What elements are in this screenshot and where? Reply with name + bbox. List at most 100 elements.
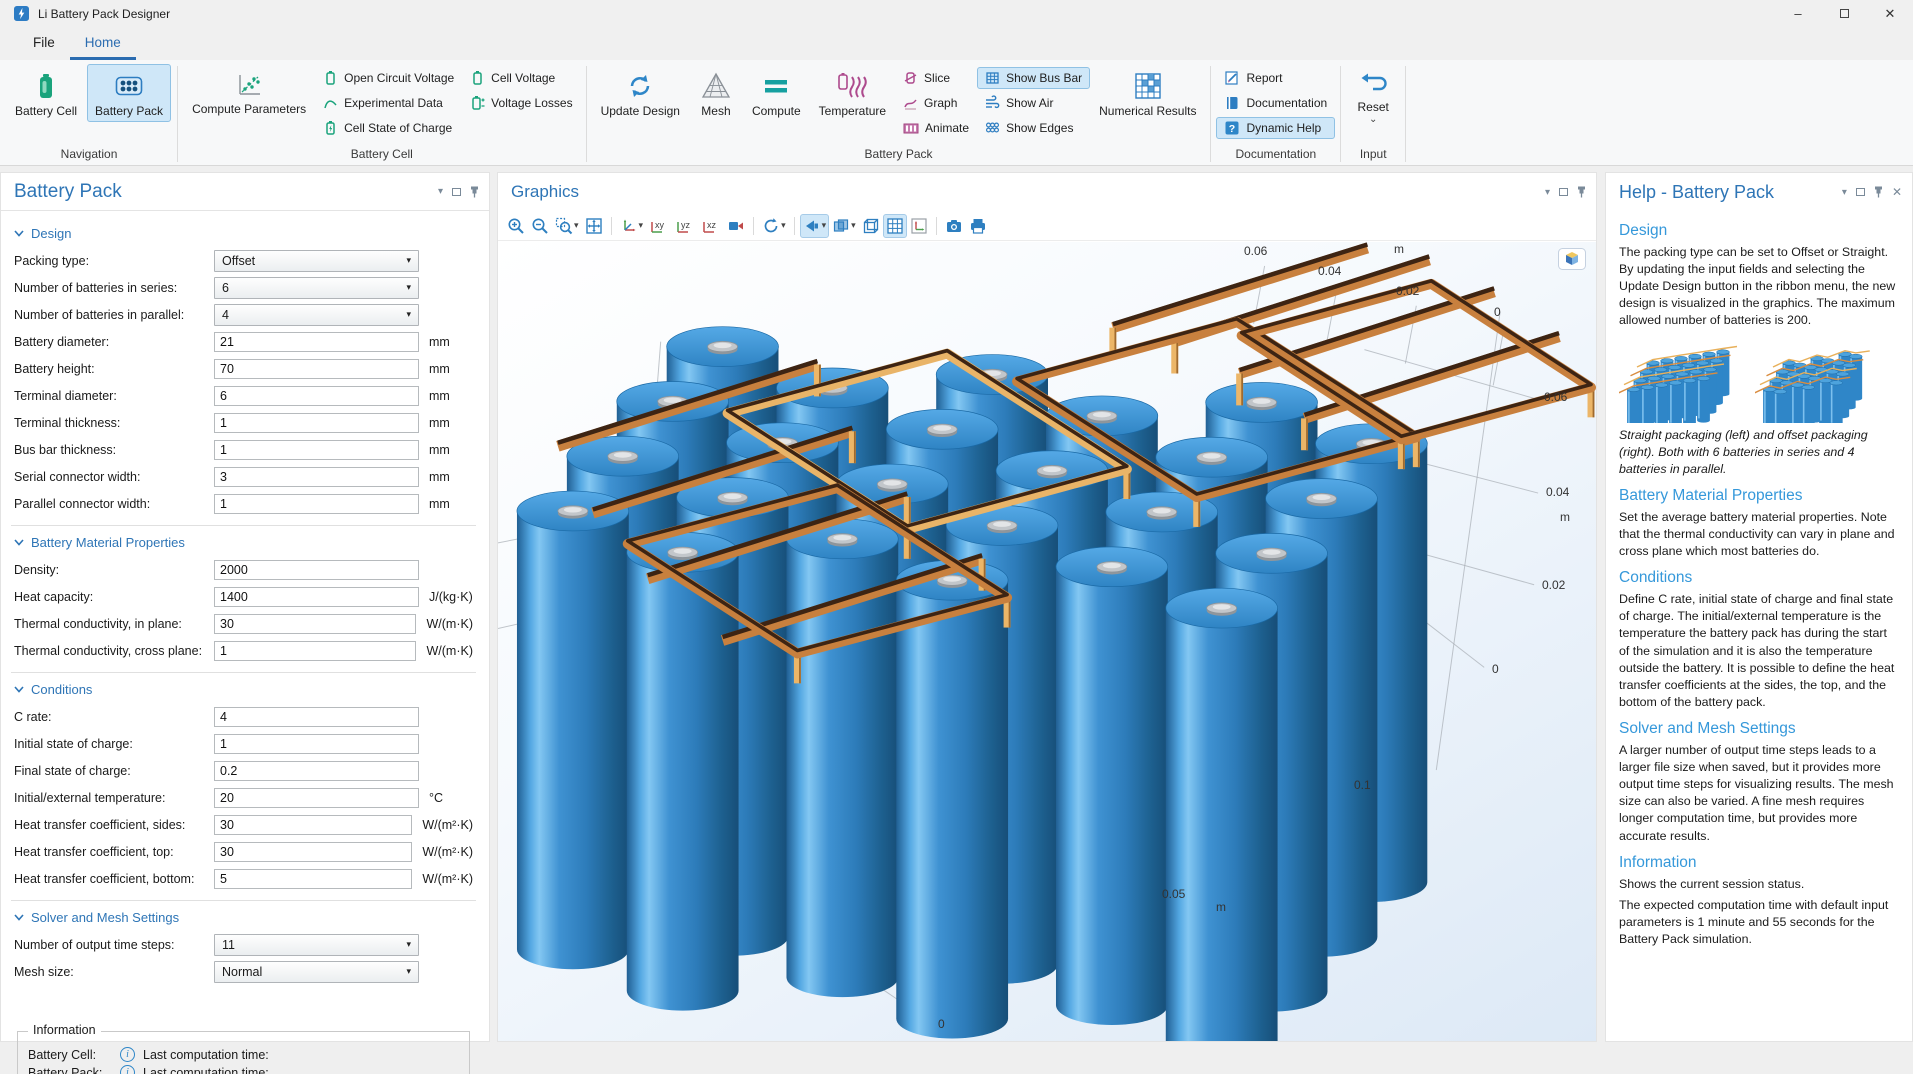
view-xz-button[interactable]: xz bbox=[698, 214, 724, 238]
maximize-button[interactable] bbox=[1821, 0, 1867, 27]
info-icon[interactable]: i bbox=[120, 1047, 135, 1062]
panel-float-icon[interactable] bbox=[1856, 188, 1865, 196]
panel-menu-caret-icon[interactable]: ▾ bbox=[438, 186, 443, 197]
info-icon[interactable]: i bbox=[120, 1065, 135, 1074]
temperature-icon bbox=[836, 71, 868, 101]
close-button[interactable]: ✕ bbox=[1867, 0, 1913, 27]
chevron-down-icon bbox=[14, 539, 24, 546]
transparency-button[interactable]: ▾ bbox=[829, 214, 859, 238]
documentation-button[interactable]: Documentation bbox=[1216, 92, 1335, 114]
battery-cell-button[interactable]: Battery Cell bbox=[7, 64, 85, 122]
battery-plus-minus-icon bbox=[470, 95, 485, 111]
packing-type-select[interactable]: Offset▾ bbox=[214, 250, 419, 272]
open-circuit-voltage-button[interactable]: Open Circuit Voltage bbox=[315, 67, 462, 89]
section-battery-material-properties[interactable]: Battery Material Properties bbox=[14, 535, 473, 550]
serial-connector-width-field[interactable] bbox=[214, 467, 419, 487]
equals-icon bbox=[761, 71, 791, 101]
tab-file[interactable]: File bbox=[18, 27, 70, 60]
bus-bar-thickness-field[interactable] bbox=[214, 440, 419, 460]
cell-voltage-button[interactable]: Cell Voltage bbox=[462, 67, 580, 89]
pin-icon[interactable] bbox=[470, 186, 479, 198]
show-edges-button[interactable]: Show Edges bbox=[977, 117, 1090, 139]
scatter-plot-icon bbox=[235, 71, 263, 99]
final-soc-field[interactable] bbox=[214, 761, 419, 781]
panel-menu-caret-icon[interactable]: ▾ bbox=[1842, 187, 1847, 198]
slice-button[interactable]: Slice bbox=[895, 67, 977, 89]
series-count-select[interactable]: 6▾ bbox=[214, 277, 419, 299]
help-text: The expected computation time with defau… bbox=[1619, 897, 1898, 948]
panel-float-icon[interactable] bbox=[452, 188, 461, 196]
initial-soc-field[interactable] bbox=[214, 734, 419, 754]
update-design-button[interactable]: Update Design bbox=[593, 64, 688, 122]
scene-light-button[interactable]: ▾ bbox=[800, 214, 830, 238]
help-panel: Help - Battery Pack ▾ ✕ Design The packi… bbox=[1605, 172, 1913, 1042]
minimize-button[interactable]: – bbox=[1775, 0, 1821, 27]
parallel-connector-width-field[interactable] bbox=[214, 494, 419, 514]
orientation-cube-icon[interactable] bbox=[1558, 248, 1586, 270]
panel-menu-caret-icon[interactable]: ▾ bbox=[1545, 187, 1550, 198]
section-design[interactable]: Design bbox=[14, 226, 473, 241]
panel-float-icon[interactable] bbox=[1559, 188, 1568, 196]
graph-icon bbox=[903, 95, 918, 111]
compute-button[interactable]: Compute bbox=[744, 64, 809, 122]
section-solver-mesh[interactable]: Solver and Mesh Settings bbox=[14, 910, 473, 925]
htc-sides-field[interactable] bbox=[214, 815, 412, 835]
terminal-thickness-field[interactable] bbox=[214, 413, 419, 433]
frame-box-button[interactable] bbox=[859, 214, 883, 238]
voltage-losses-button[interactable]: Voltage Losses bbox=[462, 92, 580, 114]
heat-capacity-field[interactable] bbox=[214, 587, 419, 607]
report-button[interactable]: Report bbox=[1216, 67, 1335, 89]
image-snapshot-button[interactable] bbox=[942, 214, 966, 238]
parallel-count-select[interactable]: 4▾ bbox=[214, 304, 419, 326]
time-steps-select[interactable]: 11▾ bbox=[214, 934, 419, 956]
reset-button[interactable]: Reset ⌄ bbox=[1347, 64, 1399, 127]
numerical-results-button[interactable]: Numerical Results bbox=[1091, 64, 1204, 122]
density-field[interactable] bbox=[214, 560, 419, 580]
show-axis-button[interactable] bbox=[907, 214, 931, 238]
dynamic-help-button[interactable]: ? Dynamic Help bbox=[1216, 117, 1335, 139]
thermal-conductivity-in-plane-field[interactable] bbox=[214, 614, 416, 634]
battery-pack-button[interactable]: Battery Pack bbox=[87, 64, 171, 122]
compute-parameters-button[interactable]: Compute Parameters bbox=[184, 64, 314, 120]
mesh-button[interactable]: Mesh bbox=[690, 64, 742, 122]
htc-top-field[interactable] bbox=[214, 842, 412, 862]
show-air-button[interactable]: Show Air bbox=[977, 92, 1090, 114]
battery-diameter-field[interactable] bbox=[214, 332, 419, 352]
htc-bottom-field[interactable] bbox=[214, 869, 412, 889]
show-grid-button[interactable] bbox=[883, 214, 907, 238]
terminal-diameter-field[interactable] bbox=[214, 386, 419, 406]
pin-icon[interactable] bbox=[1577, 186, 1586, 198]
tab-home[interactable]: Home bbox=[70, 27, 136, 60]
initial-temperature-field[interactable] bbox=[214, 788, 419, 808]
panel-close-icon[interactable]: ✕ bbox=[1892, 185, 1902, 199]
rotate-button[interactable]: ▾ bbox=[759, 214, 789, 238]
report-icon bbox=[1224, 70, 1240, 86]
view-camera-button[interactable] bbox=[724, 214, 748, 238]
print-button[interactable] bbox=[966, 214, 990, 238]
combo-arrow-icon: ▾ bbox=[406, 939, 411, 950]
zoom-in-button[interactable] bbox=[504, 214, 528, 238]
axis-label: 0.02 bbox=[1542, 578, 1565, 592]
ribbon-group-navigation: Battery Cell Battery Pack Navigation bbox=[6, 63, 172, 165]
dropdown-caret-icon: ▾ bbox=[781, 220, 786, 231]
graphics-viewport[interactable]: 0.060.040.020m0.060.04m0.0200.10.05m0 bbox=[498, 242, 1596, 1041]
show-bus-bar-button[interactable]: Show Bus Bar bbox=[977, 67, 1090, 89]
pin-icon[interactable] bbox=[1874, 186, 1883, 198]
zoom-box-button[interactable]: ▾ bbox=[552, 214, 582, 238]
default-view-button[interactable]: ▾ bbox=[617, 214, 647, 238]
animate-button[interactable]: Animate bbox=[895, 117, 977, 139]
zoom-out-button[interactable] bbox=[528, 214, 552, 238]
temperature-button[interactable]: Temperature bbox=[811, 64, 894, 122]
experimental-data-button[interactable]: Experimental Data bbox=[315, 92, 462, 114]
c-rate-field[interactable] bbox=[214, 707, 419, 727]
offset-packaging-image bbox=[1755, 337, 1883, 423]
zoom-extents-button[interactable] bbox=[582, 214, 606, 238]
view-xy-button[interactable]: xy bbox=[646, 214, 672, 238]
cell-state-of-charge-button[interactable]: Cell State of Charge bbox=[315, 117, 462, 139]
battery-height-field[interactable] bbox=[214, 359, 419, 379]
section-conditions[interactable]: Conditions bbox=[14, 682, 473, 697]
thermal-conductivity-cross-plane-field[interactable] bbox=[214, 641, 416, 661]
graph-button[interactable]: Graph bbox=[895, 92, 977, 114]
view-yz-button[interactable]: yz bbox=[672, 214, 698, 238]
mesh-size-select[interactable]: Normal▾ bbox=[214, 961, 419, 983]
